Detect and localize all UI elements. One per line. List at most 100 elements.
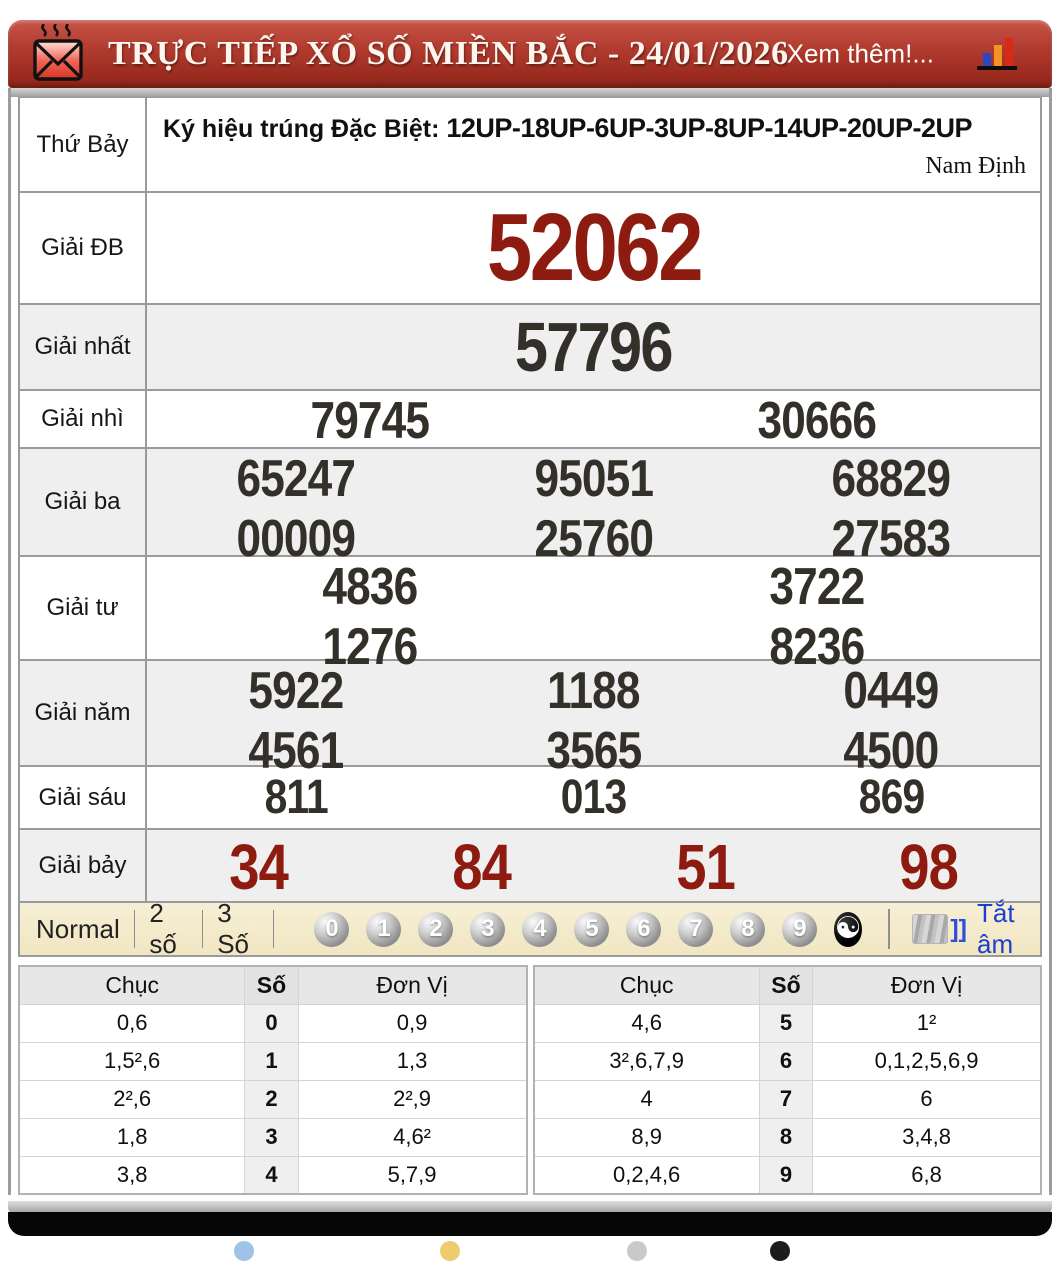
stats-table-left: Chục Số Đơn Vị 0,6 0 0,9 1,5²,6 1 1,3 2²… — [18, 965, 528, 1195]
mode-normal[interactable]: Normal — [36, 914, 120, 945]
prize-label: Giải nhì — [20, 391, 147, 447]
prize-row-ba: Giải ba 65247 95051 68829 00009 25760 27… — [20, 449, 1040, 568]
donvi-cell: 1² — [812, 1003, 1042, 1043]
so-cell: 9 — [758, 1155, 814, 1195]
speaker-waves: ]] — [950, 914, 967, 943]
stats-row: 3²,6,7,9 6 0,1,2,5,6,9 — [533, 1041, 1042, 1081]
col-header-chuc: Chục — [18, 965, 246, 1005]
prize-label: Giải ba — [20, 449, 147, 555]
col-header-so: Số — [758, 965, 814, 1005]
prize-number: 98 — [898, 831, 959, 903]
col-header-so: Số — [244, 965, 299, 1005]
digit-ball-5[interactable]: 5 — [574, 911, 610, 947]
digit-ball-7[interactable]: 7 — [678, 911, 714, 947]
prize-number: 1188 — [547, 662, 640, 720]
prize-number: 34 — [229, 831, 289, 903]
hot-mail-icon — [30, 23, 86, 91]
yin-yang-icon[interactable]: ☯ — [834, 911, 862, 947]
so-cell: 5 — [758, 1003, 814, 1043]
digit-ball-9[interactable]: 9 — [782, 911, 818, 947]
stats-row: 0,6 0 0,9 — [18, 1003, 528, 1043]
bar-chart-icon[interactable] — [976, 36, 1018, 77]
prize-row-nam: Giải năm 5922 1188 0449 4561 3565 4500 — [20, 661, 1040, 780]
donvi-cell: 6,8 — [812, 1155, 1042, 1195]
digit-ball-8[interactable]: 8 — [730, 911, 766, 947]
prize-number: 84 — [452, 831, 512, 903]
chuc-cell: 3²,6,7,9 — [533, 1041, 760, 1081]
chuc-cell: 4,6 — [533, 1003, 760, 1043]
prize-label: Giải ĐB — [20, 193, 147, 303]
partial-icon-blue — [234, 1241, 254, 1261]
col-header-donvi: Đơn Vị — [297, 965, 528, 1005]
divider — [201, 910, 204, 948]
stats-row: 3,8 4 5,7,9 — [18, 1155, 528, 1195]
symbol-label: Ký hiệu trúng Đặc Biệt: — [163, 115, 440, 143]
so-cell: 6 — [758, 1041, 814, 1081]
prize-label: Giải tư — [20, 557, 147, 659]
prize-number: 52062 — [486, 194, 703, 301]
so-cell: 8 — [758, 1117, 814, 1157]
prize-number: 0449 — [843, 662, 940, 720]
donvi-cell: 1,3 — [297, 1041, 528, 1081]
symbol-value: 12UP-18UP-6UP-3UP-8UP-14UP-20UP-2UP — [446, 113, 973, 143]
prize-row-nhi: Giải nhì 79745 30666 — [20, 391, 1040, 450]
partial-icon-yellow — [440, 1241, 460, 1261]
day-label: Thứ Bảy — [20, 98, 147, 191]
donvi-cell: 2²,9 — [297, 1079, 528, 1119]
prize-label: Giải năm — [20, 661, 147, 765]
mute-button[interactable]: Tắt âm — [977, 898, 1040, 960]
prize-number: 51 — [675, 831, 736, 903]
divider — [272, 910, 275, 948]
digit-ball-4[interactable]: 4 — [522, 911, 558, 947]
prize-row-bay: Giải bảy 34 84 51 98 — [20, 830, 1040, 903]
digit-ball-1[interactable]: 1 — [366, 911, 402, 947]
stats-row: 1,5²,6 1 1,3 — [18, 1041, 528, 1081]
digit-ball-0[interactable]: 0 — [314, 911, 350, 947]
footer-bar — [8, 1212, 1052, 1236]
prize-row-db: Giải ĐB 52062 — [20, 193, 1040, 305]
prize-number: 95051 — [534, 450, 654, 508]
special-symbol-cell: Ký hiệu trúng Đặc Biệt: 12UP-18UP-6UP-3U… — [147, 98, 1040, 191]
col-header-donvi: Đơn Vị — [812, 965, 1042, 1005]
prize-row-nhat: Giải nhất 57796 — [20, 305, 1040, 391]
mode-3-digits[interactable]: 3 Số — [217, 898, 259, 960]
so-cell: 3 — [244, 1117, 299, 1157]
speaker-icon[interactable] — [912, 914, 949, 944]
so-cell: 1 — [244, 1041, 299, 1081]
chuc-cell: 2²,6 — [18, 1079, 246, 1119]
stats-row: 8,9 8 3,4,8 — [533, 1117, 1042, 1157]
digit-balls: 0 1 2 3 4 5 6 7 8 9 — [314, 911, 818, 947]
partial-icon-black — [770, 1241, 790, 1261]
stats-row: 4 7 6 — [533, 1079, 1042, 1119]
prize-number: 811 — [264, 771, 328, 824]
stats-section: Chục Số Đơn Vị 0,6 0 0,9 1,5²,6 1 1,3 2²… — [18, 965, 1042, 1195]
prize-number: 013 — [560, 771, 627, 824]
see-more-link[interactable]: Xem thêm!... — [787, 39, 934, 70]
lottery-page: TRỰC TIẾP XỔ SỐ MIỀN BẮC - 24/01/2026 Xe… — [0, 20, 1060, 1266]
chuc-cell: 4 — [533, 1079, 760, 1119]
so-cell: 4 — [244, 1155, 299, 1195]
content-frame: Thứ Bảy Ký hiệu trúng Đặc Biệt: 12UP-18U… — [8, 88, 1052, 1195]
prize-row-tu: Giải tư 4836 3722 1276 8236 — [20, 557, 1040, 676]
stats-row: 2²,6 2 2²,9 — [18, 1079, 528, 1119]
donvi-cell: 6 — [812, 1079, 1042, 1119]
donvi-cell: 0,9 — [297, 1003, 528, 1043]
prize-label: Giải sáu — [20, 767, 147, 828]
so-cell: 0 — [244, 1003, 299, 1043]
digit-ball-3[interactable]: 3 — [470, 911, 506, 947]
stats-table-right: Chục Số Đơn Vị 4,6 5 1² 3²,6,7,9 6 0,1,2… — [532, 965, 1042, 1195]
digit-ball-6[interactable]: 6 — [626, 911, 662, 947]
prize-number: 79745 — [310, 392, 431, 450]
mode-2-digits[interactable]: 2 số — [149, 898, 187, 960]
prize-number: 25760 — [534, 510, 654, 568]
digit-ball-2[interactable]: 2 — [418, 911, 454, 947]
info-row: Thứ Bảy Ký hiệu trúng Đặc Biệt: 12UP-18U… — [20, 98, 1040, 193]
stats-row: 4,6 5 1² — [533, 1003, 1042, 1043]
prize-label: Giải nhất — [20, 305, 147, 389]
so-cell: 2 — [244, 1079, 299, 1119]
divider — [887, 909, 891, 949]
donvi-cell: 0,1,2,5,6,9 — [812, 1041, 1042, 1081]
stats-header-row: Chục Số Đơn Vị — [18, 965, 528, 1005]
prize-number: 869 — [858, 771, 924, 824]
prize-number: 5922 — [248, 662, 344, 720]
